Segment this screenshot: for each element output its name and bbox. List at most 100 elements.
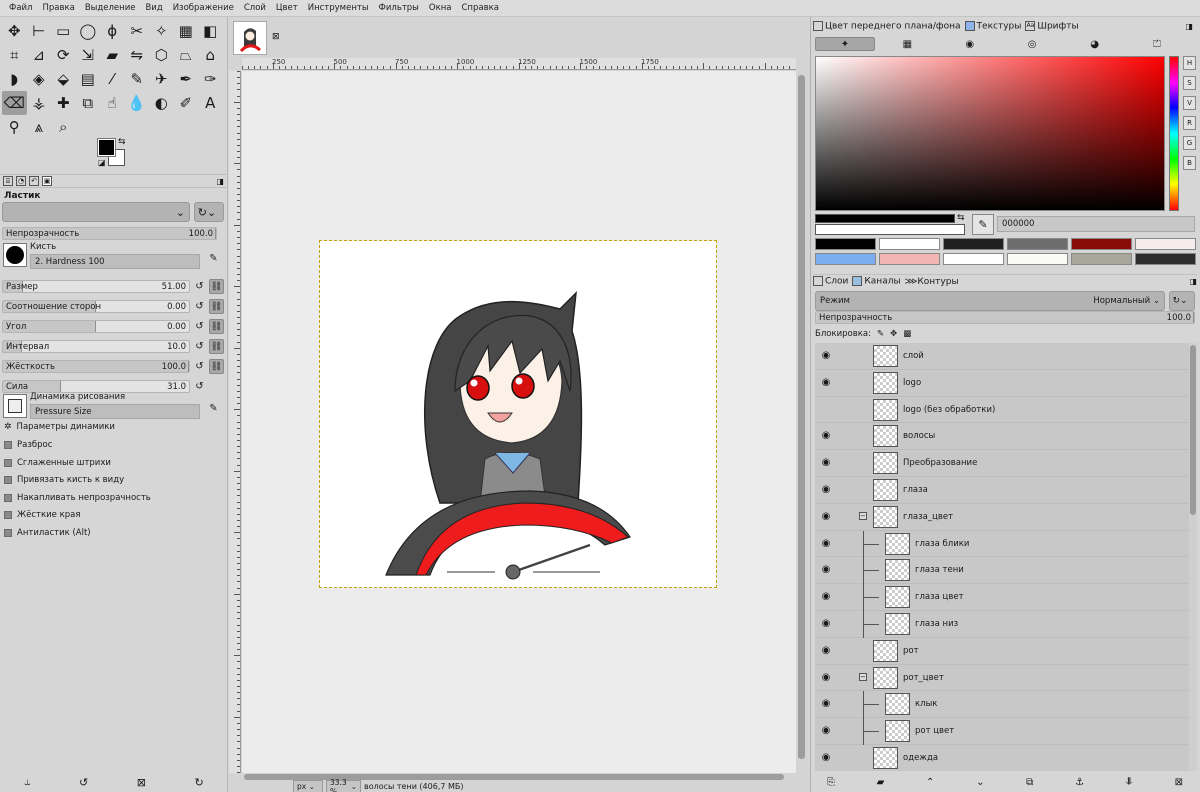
menu-item[interactable]: Окна (424, 3, 457, 13)
scissors-icon[interactable]: ✂ (125, 19, 150, 43)
unit-combo[interactable]: px ⌄ (293, 779, 323, 792)
layer-row[interactable]: ◉ глаза тени (815, 557, 1189, 585)
align-icon[interactable]: ⊢ (27, 19, 52, 43)
tab-channels[interactable]: Каналы (852, 276, 901, 287)
menu-item[interactable]: Справка (456, 3, 503, 13)
eye-icon[interactable]: ◉ (819, 618, 833, 629)
rect-select-icon[interactable]: ▭ (51, 19, 76, 43)
layer-row[interactable]: ◉ одежда (815, 745, 1189, 771)
link-icon[interactable]: ⛓ (209, 279, 224, 294)
reset-icon[interactable]: ↺ (192, 339, 207, 354)
layer-mode-combo[interactable]: Режим Нормальный ⌄ (815, 291, 1165, 311)
heal-icon[interactable]: ✚ (51, 91, 76, 115)
images-tab-icon[interactable]: ▣ (42, 176, 52, 186)
delete-preset-icon[interactable]: ⊠ (137, 776, 146, 789)
smudge-icon[interactable]: ☝ (100, 91, 125, 115)
eye-icon[interactable]: ◉ (819, 430, 833, 441)
channel-s-button[interactable]: S (1183, 76, 1196, 90)
tab-fonts[interactable]: Aa Шрифты (1025, 20, 1079, 31)
image-tab-thumbnail[interactable] (233, 21, 267, 55)
background-color-bar[interactable] (815, 224, 965, 235)
eyedropper-icon[interactable]: ✎ (972, 214, 994, 235)
ink-icon[interactable]: ✒ (174, 67, 199, 91)
checkbox-box[interactable] (4, 511, 12, 519)
canvas-vertical-scrollbar[interactable] (796, 71, 808, 773)
blur-icon[interactable]: 💧 (125, 91, 150, 115)
tab-paths[interactable]: ⋙Контуры (905, 277, 959, 287)
foreground-color-bar[interactable] (815, 214, 955, 223)
rotate-icon[interactable]: ⟳ (51, 43, 76, 67)
history-color-swatch[interactable] (1135, 253, 1196, 265)
fuzzy-select-icon[interactable]: ✧ (149, 19, 174, 43)
menu-item[interactable]: Цвет (271, 3, 303, 13)
link-icon[interactable]: ⛓ (209, 359, 224, 374)
brush-slider[interactable]: Угол 0.00 (2, 320, 190, 333)
layer-row[interactable]: ◉ слой (815, 343, 1189, 370)
reset-options-icon[interactable]: ↻ (195, 776, 204, 789)
eye-icon[interactable]: ◉ (819, 752, 833, 763)
reset-icon[interactable]: ↺ (192, 319, 207, 334)
bucket-fill-icon[interactable]: ⬙ (51, 67, 76, 91)
reset-icon[interactable]: ↺ (192, 379, 207, 394)
layer-list-scrollbar[interactable] (1189, 343, 1197, 771)
select-by-color-icon[interactable]: ▦ (174, 19, 199, 43)
scale-icon[interactable]: ⇲ (76, 43, 101, 67)
undo-history-tab-icon[interactable]: ↶ (29, 176, 39, 186)
layer-row[interactable]: ◉ глаза блики (815, 530, 1189, 558)
link-icon[interactable]: ⛓ (209, 319, 224, 334)
tool-options-tab-icon[interactable]: ⌸ (3, 176, 13, 186)
swap-colors-icon[interactable]: ⇆ (118, 137, 126, 147)
menu-item[interactable]: Инструменты (303, 3, 374, 13)
history-color-swatch[interactable] (815, 238, 876, 250)
airbrush-icon[interactable]: ✈ (149, 67, 174, 91)
channel-g-button[interactable]: G (1183, 136, 1196, 150)
collapse-group-icon[interactable]: − (859, 672, 867, 681)
reset-icon[interactable]: ↺ (192, 299, 207, 314)
dynamics-name-field[interactable]: Pressure Size (30, 404, 200, 419)
wheel-selector-icon[interactable]: ◕ (1065, 37, 1125, 51)
history-color-swatch[interactable] (815, 253, 876, 265)
hex-color-field[interactable]: 000000 (997, 216, 1195, 232)
merge-layer-icon[interactable]: ⥥ (1126, 777, 1133, 788)
layer-mode-reset[interactable]: ↻⌄ (1169, 291, 1195, 311)
link-icon[interactable]: ⛓ (209, 299, 224, 314)
history-color-swatch[interactable] (879, 238, 940, 250)
eye-icon[interactable]: ◉ (819, 725, 833, 736)
layer-row[interactable]: ◉ рот (815, 638, 1189, 665)
menu-item[interactable]: Файл (4, 3, 37, 13)
shear-icon[interactable]: ▰ (100, 43, 125, 67)
duplicate-layer-icon[interactable]: ⧉ (1026, 777, 1033, 788)
eye-icon[interactable]: ◉ (819, 511, 833, 522)
watercolor-selector-icon[interactable]: ◎ (1002, 37, 1062, 51)
layer-opacity-slider[interactable]: Непрозрачность 100.0 (815, 311, 1195, 324)
dock-menu-icon[interactable]: ◨ (1189, 277, 1197, 286)
option-checkbox[interactable]: Жёсткие края (4, 510, 80, 520)
checkbox-box[interactable] (4, 441, 12, 449)
channel-h-button[interactable]: H (1183, 56, 1196, 70)
delete-layer-icon[interactable]: ⊠ (1175, 777, 1183, 788)
warp-icon[interactable]: ◗ (2, 67, 27, 91)
channel-b-button[interactable]: B (1183, 156, 1196, 170)
eye-icon[interactable]: ◉ (819, 377, 833, 388)
3d-transform-icon[interactable]: ⬡ (149, 43, 174, 67)
option-checkbox[interactable]: Разброс (4, 440, 52, 450)
brush-slider[interactable]: Соотношение сторон 0.00 (2, 300, 190, 313)
text-icon[interactable]: A (198, 91, 223, 115)
eye-icon[interactable]: ◉ (819, 350, 833, 361)
handle-transform-icon[interactable]: ◈ (27, 67, 52, 91)
layer-row[interactable]: ◉ глаза низ (815, 610, 1189, 638)
scales-selector-icon[interactable]: ⏍ (1127, 37, 1187, 51)
layer-row[interactable]: ◉ глаза цвет (815, 584, 1189, 612)
lock-pixels-icon[interactable]: ✎ (877, 329, 884, 339)
hue-strip[interactable] (1169, 56, 1179, 211)
image-canvas[interactable] (319, 240, 717, 588)
tab-layers[interactable]: Слои (813, 276, 848, 287)
paintbrush-icon[interactable]: ⁄ (100, 67, 125, 91)
scroll-thumb[interactable] (798, 75, 805, 759)
menu-item[interactable]: Слой (239, 3, 271, 13)
foreground-color-swatch[interactable] (97, 138, 116, 157)
unified-transform-icon[interactable]: ⊿ (27, 43, 52, 67)
brush-preview[interactable] (3, 243, 27, 267)
eraser-icon[interactable]: ⌫ (2, 91, 27, 115)
dynamics-preview[interactable] (3, 394, 27, 418)
